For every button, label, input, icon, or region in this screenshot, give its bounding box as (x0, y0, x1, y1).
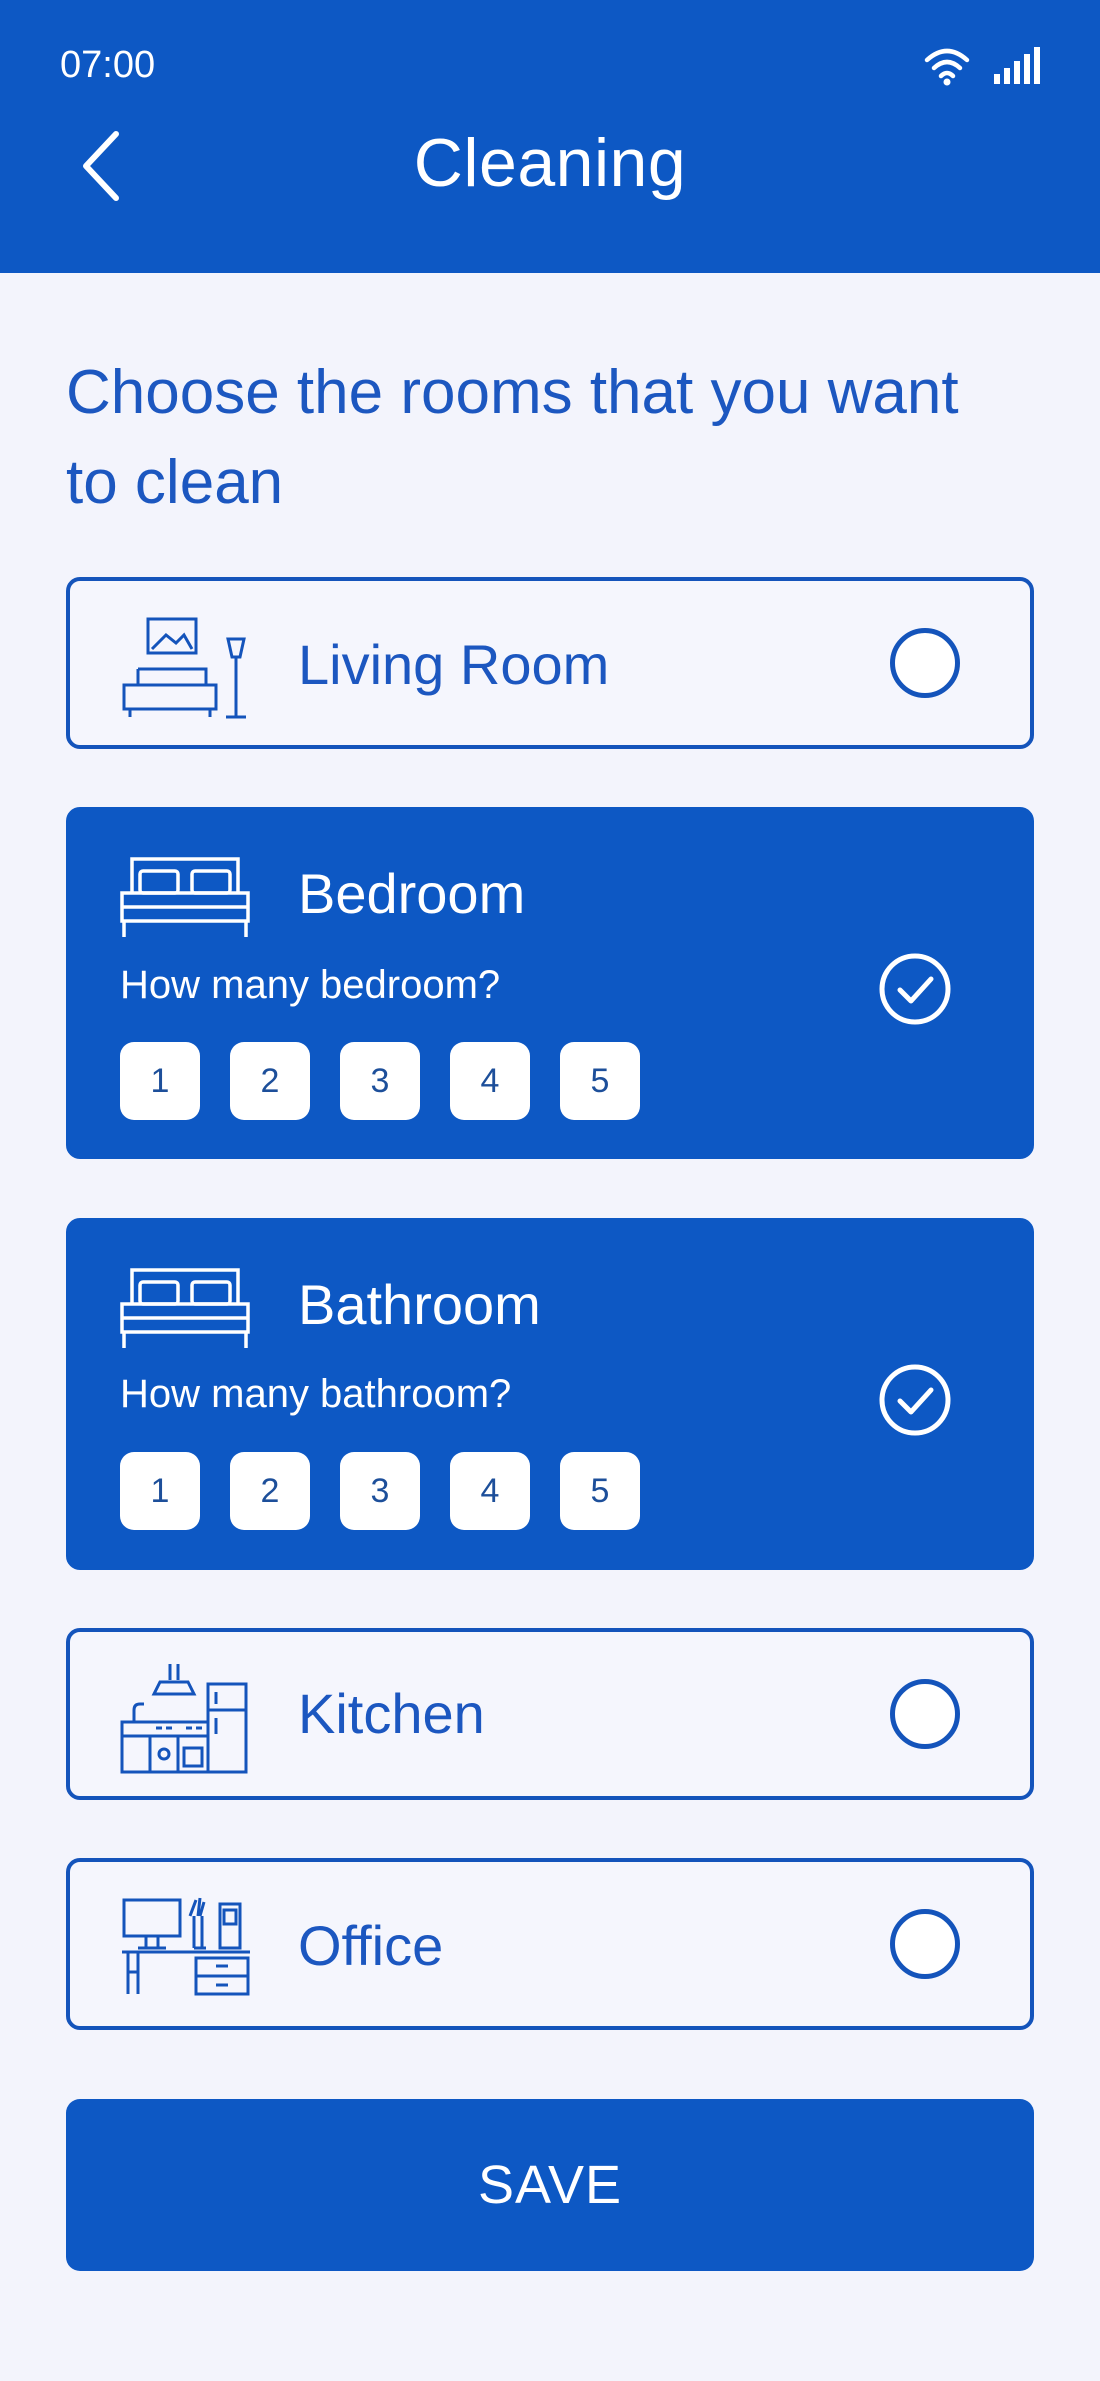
kitchen-icon (120, 1664, 248, 1774)
count-question: How many bedroom? (120, 963, 501, 1007)
bed-icon (120, 1268, 250, 1348)
count-option-5[interactable]: 5 (560, 1042, 640, 1120)
room-label: Living Room (298, 633, 610, 696)
count-options: 1 2 3 4 5 (120, 1042, 640, 1120)
count-question: How many bathroom? (120, 1372, 512, 1416)
count-option-3[interactable]: 3 (340, 1452, 420, 1530)
count-option-1[interactable]: 1 (120, 1042, 200, 1120)
count-options: 1 2 3 4 5 (120, 1452, 640, 1530)
check-circle-icon[interactable] (878, 1363, 952, 1437)
page-title: Cleaning (413, 125, 687, 201)
count-option-1[interactable]: 1 (120, 1452, 200, 1530)
status-icons (924, 46, 1040, 86)
status-time: 07:00 (60, 44, 156, 86)
room-card-kitchen[interactable]: Kitchen (66, 1628, 1034, 1800)
save-button[interactable]: SAVE (66, 2099, 1034, 2271)
room-label: Kitchen (298, 1682, 485, 1745)
living-room-icon (122, 617, 246, 719)
signal-icon (994, 47, 1040, 84)
room-card-office[interactable]: Office (66, 1858, 1034, 2030)
instruction-text: Choose the rooms that you want to clean (66, 358, 959, 517)
wifi-icon (924, 48, 970, 86)
count-option-2[interactable]: 2 (230, 1452, 310, 1530)
count-option-4[interactable]: 4 (450, 1042, 530, 1120)
room-label: Bedroom (298, 862, 526, 925)
radio-unchecked[interactable] (890, 1679, 960, 1749)
room-label: Bathroom (298, 1273, 541, 1336)
room-card-living-room[interactable]: Living Room (66, 577, 1034, 749)
count-option-4[interactable]: 4 (450, 1452, 530, 1530)
office-desk-icon (122, 1897, 250, 1996)
room-card-bedroom[interactable]: Bedroom How many bedroom? 1 2 3 4 5 (66, 807, 1034, 1159)
room-card-bathroom[interactable]: Bathroom How many bathroom? 1 2 3 4 5 (66, 1218, 1034, 1570)
room-label: Office (298, 1914, 444, 1977)
bed-icon (120, 857, 250, 937)
radio-unchecked[interactable] (890, 628, 960, 698)
count-option-5[interactable]: 5 (560, 1452, 640, 1530)
radio-unchecked[interactable] (890, 1909, 960, 1979)
count-option-2[interactable]: 2 (230, 1042, 310, 1120)
check-circle-icon[interactable] (878, 952, 952, 1026)
header-bar: 07:00 Cleaning (0, 0, 1100, 273)
count-option-3[interactable]: 3 (340, 1042, 420, 1120)
